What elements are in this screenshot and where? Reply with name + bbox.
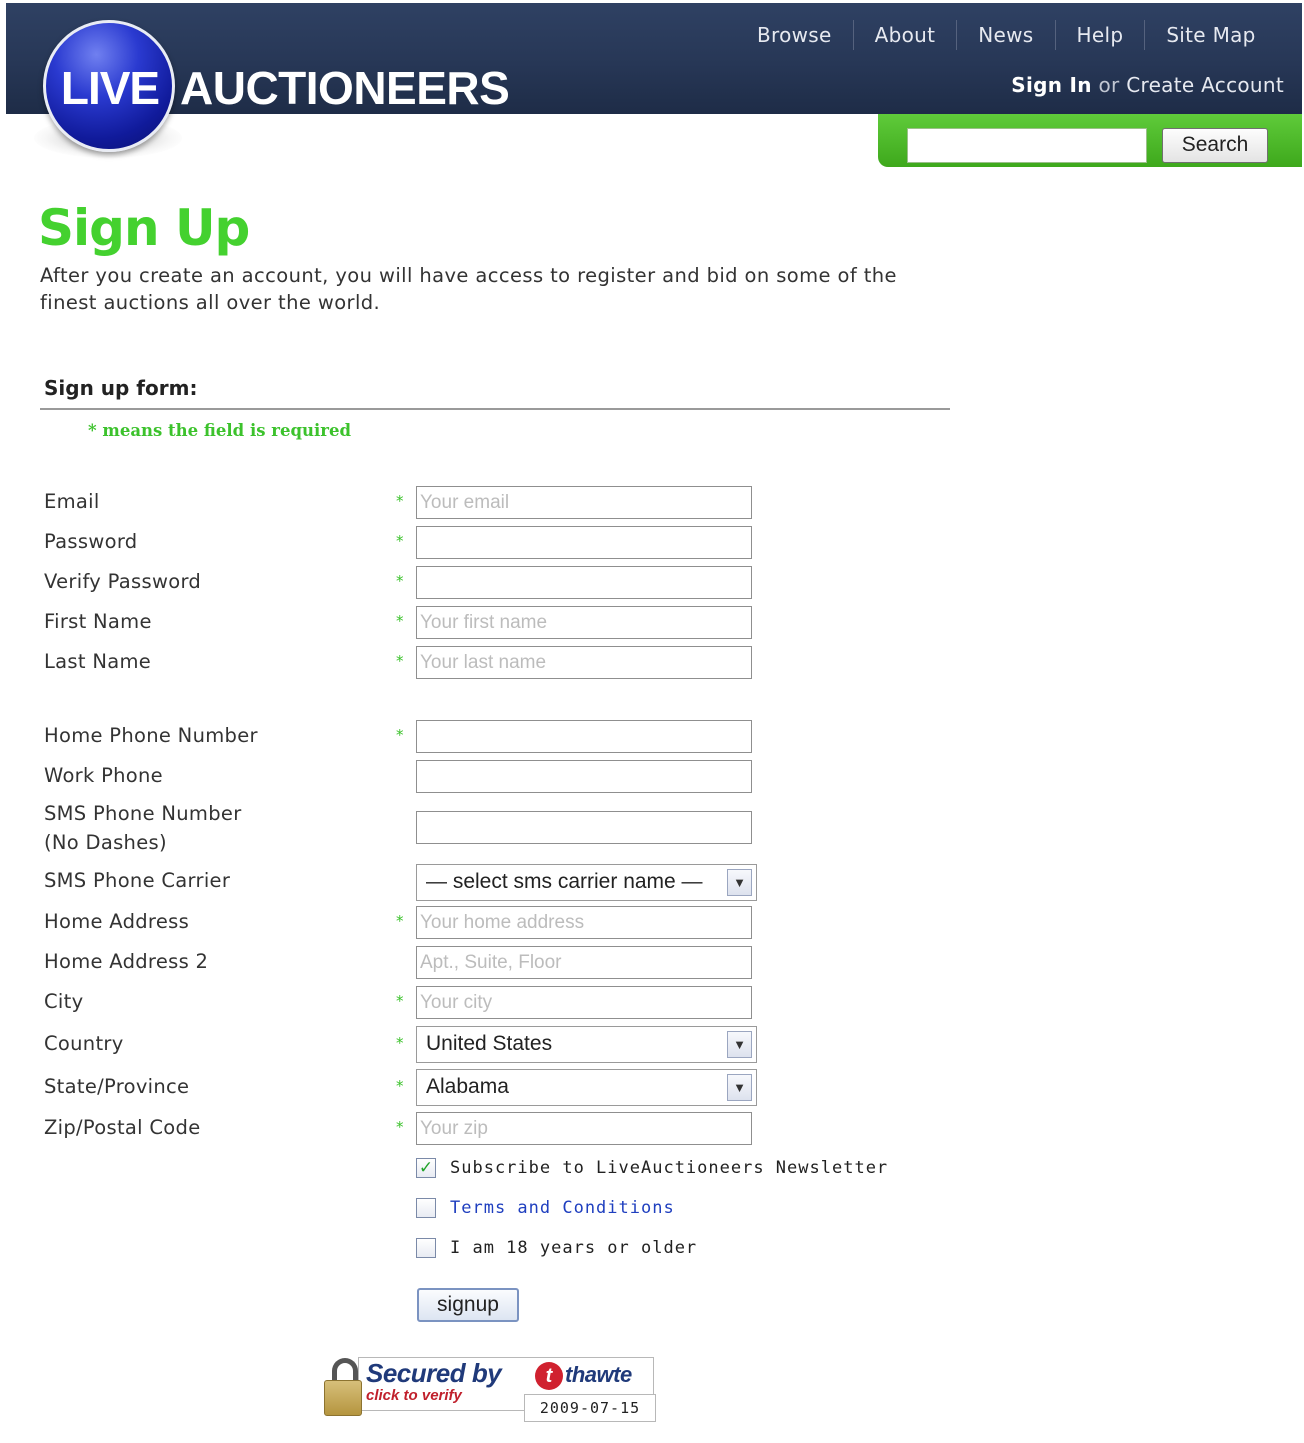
home-phone-field[interactable]: [416, 720, 752, 753]
home-address-label: Home Address: [44, 910, 190, 933]
logo-live-text[interactable]: LIVE: [55, 62, 165, 114]
nav-news[interactable]: News: [957, 22, 1054, 48]
sms-phone-field[interactable]: [416, 811, 752, 844]
country-value: United States: [426, 1032, 553, 1055]
home-address-field[interactable]: [416, 906, 752, 939]
first-name-field[interactable]: [416, 606, 752, 639]
last-name-label: Last Name: [44, 650, 152, 673]
padlock-body-icon: [324, 1380, 362, 1416]
state-select[interactable]: Alabama ▼: [416, 1069, 757, 1106]
chevron-down-icon[interactable]: ▼: [727, 1074, 752, 1101]
required-star: *: [396, 1118, 404, 1136]
newsletter-checkbox[interactable]: ✓: [416, 1158, 436, 1178]
required-star: *: [396, 492, 404, 510]
country-label: Country: [44, 1032, 124, 1055]
search-button[interactable]: Search: [1162, 128, 1268, 163]
required-star: *: [396, 572, 404, 590]
logo-auctioneers-text[interactable]: AUCTIONEERS: [180, 62, 510, 114]
secured-by-text: Secured by: [366, 1358, 502, 1388]
email-field[interactable]: [416, 486, 752, 519]
zip-field[interactable]: [416, 1112, 752, 1145]
account-or-text: or: [1098, 73, 1120, 97]
chevron-down-icon[interactable]: ▼: [727, 1031, 752, 1058]
thawte-brand-text: thawte: [565, 1362, 632, 1387]
thawte-seal[interactable]: Secured by t thawte click to verify 2009…: [322, 1356, 656, 1424]
city-label: City: [44, 990, 84, 1013]
nav-help[interactable]: Help: [1056, 22, 1145, 48]
age-label[interactable]: I am 18 years or older: [450, 1238, 697, 1258]
home-address-2-field[interactable]: [416, 946, 752, 979]
page-title: Sign Up: [38, 199, 250, 257]
account-links: Sign In or Create Account: [1011, 73, 1284, 97]
country-select[interactable]: United States ▼: [416, 1026, 757, 1063]
click-to-verify-text[interactable]: click to verify: [366, 1387, 462, 1404]
required-star: *: [396, 532, 404, 550]
intro-text: After you create an account, you will ha…: [40, 264, 897, 314]
verify-password-field[interactable]: [416, 566, 752, 599]
sms-carrier-select[interactable]: — select sms carrier name — ▼: [416, 864, 757, 901]
email-label: Email: [44, 490, 100, 513]
age-option: I am 18 years or older: [416, 1238, 697, 1258]
state-label: State/Province: [44, 1075, 190, 1098]
city-field[interactable]: [416, 986, 752, 1019]
create-account-link[interactable]: Create Account: [1126, 73, 1284, 97]
terms-link[interactable]: Terms and Conditions: [450, 1198, 675, 1218]
nav-about[interactable]: About: [854, 22, 957, 48]
seal-date: 2009-07-15: [524, 1394, 656, 1422]
sms-phone-label: SMS Phone Number: [44, 802, 242, 825]
top-navigation: Browse About News Help Site Map: [736, 20, 1277, 50]
sms-phone-label-note: (No Dashes): [44, 831, 167, 854]
sms-carrier-label: SMS Phone Carrier: [44, 869, 231, 892]
last-name-field[interactable]: [416, 646, 752, 679]
search-bar: Search: [878, 114, 1302, 167]
newsletter-label[interactable]: Subscribe to LiveAuctioneers Newsletter: [450, 1158, 888, 1178]
newsletter-option: ✓ Subscribe to LiveAuctioneers Newslette…: [416, 1158, 888, 1178]
form-heading: Sign up form:: [44, 376, 198, 400]
search-input[interactable]: [907, 128, 1147, 163]
terms-checkbox[interactable]: [416, 1198, 436, 1218]
nav-site-map[interactable]: Site Map: [1145, 22, 1276, 48]
verify-password-label: Verify Password: [44, 570, 202, 593]
home-address-2-label: Home Address 2: [44, 950, 209, 973]
terms-option: Terms and Conditions: [416, 1198, 675, 1218]
required-star: *: [396, 1034, 404, 1052]
required-star: *: [396, 726, 404, 744]
signup-button[interactable]: signup: [417, 1288, 519, 1322]
zip-label: Zip/Postal Code: [44, 1116, 201, 1139]
sign-in-link[interactable]: Sign In: [1011, 73, 1092, 97]
required-star: *: [396, 912, 404, 930]
sms-carrier-value: — select sms carrier name —: [426, 870, 703, 893]
required-star: *: [396, 612, 404, 630]
thawte-logo-icon: t: [535, 1362, 563, 1390]
work-phone-label: Work Phone: [44, 764, 163, 787]
chevron-down-icon[interactable]: ▼: [727, 869, 752, 896]
required-star: *: [396, 992, 404, 1010]
age-checkbox[interactable]: [416, 1238, 436, 1258]
nav-browse[interactable]: Browse: [736, 22, 853, 48]
work-phone-field[interactable]: [416, 760, 752, 793]
home-phone-label: Home Phone Number: [44, 724, 258, 747]
required-note: * means the field is required: [88, 421, 351, 440]
state-value: Alabama: [426, 1075, 509, 1098]
required-star: *: [396, 652, 404, 670]
first-name-label: First Name: [44, 610, 152, 633]
password-label: Password: [44, 530, 138, 553]
required-star: *: [396, 1077, 404, 1095]
form-divider: [40, 408, 950, 410]
password-field[interactable]: [416, 526, 752, 559]
